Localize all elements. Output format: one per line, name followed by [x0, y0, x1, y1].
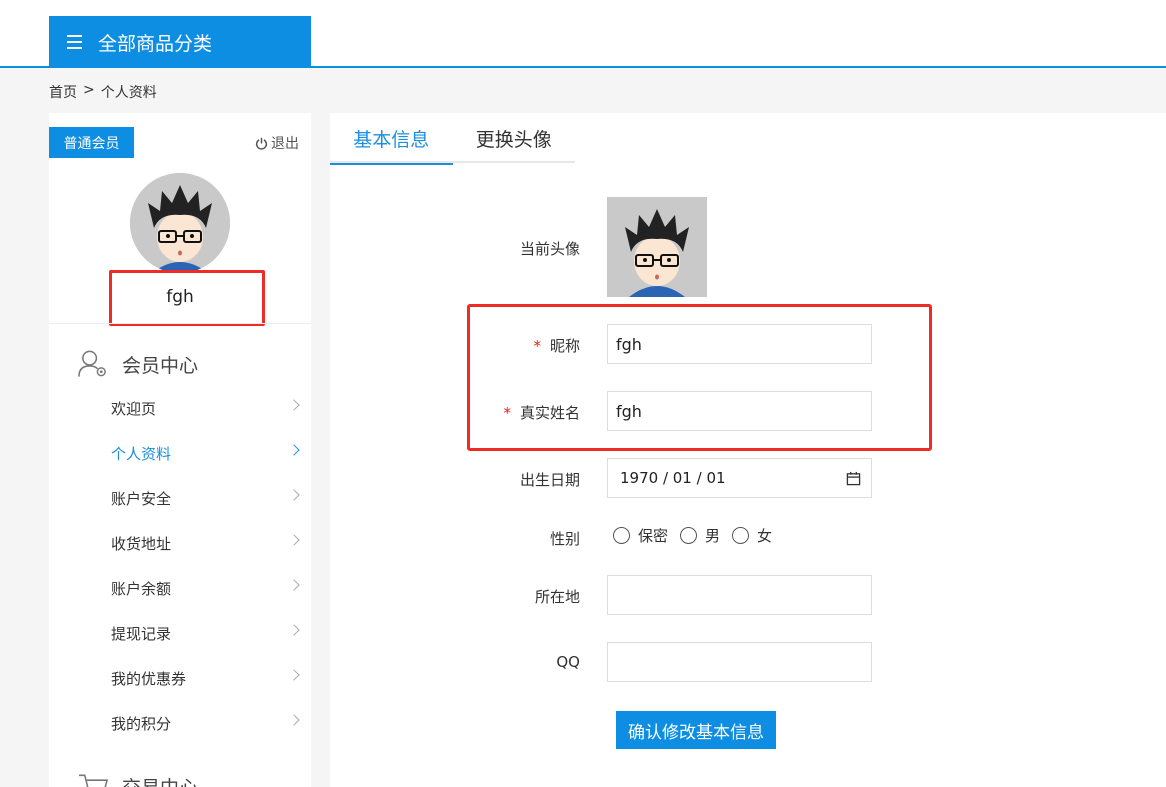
chevron-right-icon: [288, 714, 300, 726]
member-level-badge: 普通会员: [49, 127, 134, 158]
gender-label: 性别: [549, 530, 580, 548]
power-icon: [255, 137, 268, 150]
sidebar-item-label: 账户安全: [111, 490, 172, 508]
chevron-right-icon: [288, 444, 300, 456]
hamburger-menu-icon: [67, 35, 82, 49]
sidebar-item-label: 个人资料: [111, 445, 172, 463]
breadcrumb-separator: >: [83, 82, 95, 98]
gender-option-label: 保密: [638, 527, 669, 545]
sidebar-item-label: 欢迎页: [111, 400, 157, 418]
sidebar-item-label: 我的积分: [111, 715, 172, 733]
breadcrumb-current: 个人资料: [100, 85, 157, 101]
sidebar-item-my-points[interactable]: 我的积分: [49, 701, 311, 746]
sidebar-divider: [49, 323, 311, 324]
current-avatar-label: 当前头像: [519, 240, 580, 258]
tab-basic-info[interactable]: 基本信息: [330, 113, 453, 165]
sidebar-item-account-security[interactable]: 账户安全: [49, 476, 311, 521]
tab-change-avatar[interactable]: 更换头像: [453, 113, 576, 163]
sidebar-item-account-balance[interactable]: 账户余额: [49, 566, 311, 611]
gender-radio-secret[interactable]: 保密: [613, 525, 668, 546]
sidebar-item-label: 收货地址: [111, 535, 172, 553]
all-categories-label: 全部商品分类: [98, 32, 213, 55]
gender-radio-male[interactable]: 男: [680, 525, 720, 546]
birthday-date-input[interactable]: 1970 / 01 / 01: [607, 458, 872, 498]
sidebar-menu: 欢迎页 个人资料 账户安全 收货地址 账户余额 提现记录 我的优惠券 我的积分: [49, 386, 311, 746]
sidebar-item-welcome[interactable]: 欢迎页: [49, 386, 311, 431]
logout-label: 退出: [271, 136, 299, 152]
cartoon-avatar-image: [607, 197, 707, 297]
breadcrumb: 首页 > 个人资料: [49, 82, 157, 102]
highlight-box-name-fields: [467, 304, 932, 451]
sidebar-item-my-coupons[interactable]: 我的优惠券: [49, 656, 311, 701]
user-avatar: [130, 173, 230, 273]
breadcrumb-home-link[interactable]: 首页: [49, 82, 77, 102]
gender-option-label: 女: [757, 527, 773, 545]
chevron-right-icon: [288, 489, 300, 501]
member-center-section: 会员中心: [77, 349, 198, 379]
chevron-right-icon: [288, 579, 300, 591]
birthday-value: 1970 / 01 / 01: [620, 469, 726, 487]
gender-radio-group: 保密 男 女: [613, 525, 784, 546]
highlight-box-username: [109, 270, 265, 326]
qq-label: QQ: [556, 653, 580, 671]
chevron-right-icon: [288, 669, 300, 681]
all-categories-button[interactable]: 全部商品分类: [49, 16, 311, 68]
profile-main-panel: 基本信息 更换头像 当前头像 * 昵称 fgh * 真实姓名 fgh 出生日期 19…: [330, 113, 1166, 787]
user-settings-icon: [78, 350, 106, 377]
member-center-title: 会员中心: [122, 354, 199, 377]
location-label: 所在地: [534, 588, 580, 606]
radio-circle[interactable]: [613, 527, 630, 544]
shopping-cart-icon: [78, 774, 109, 787]
radio-circle[interactable]: [680, 527, 698, 544]
birthday-label: 出生日期: [519, 471, 580, 489]
trade-center-title: 交易中心: [122, 773, 198, 787]
location-input[interactable]: [607, 575, 872, 615]
chevron-right-icon: [288, 534, 300, 546]
member-sidebar: 普通会员 退出 fgh 会员中心 欢迎页 个人资料 账户安全 收货地址 账户余额…: [49, 113, 311, 787]
chevron-right-icon: [288, 399, 300, 411]
sidebar-item-label: 提现记录: [111, 625, 172, 643]
sidebar-item-label: 我的优惠券: [111, 670, 187, 688]
top-navbar: 全部商品分类: [0, 0, 1166, 68]
sidebar-item-shipping-address[interactable]: 收货地址: [49, 521, 311, 566]
sidebar-item-withdraw-records[interactable]: 提现记录: [49, 611, 311, 656]
sidebar-item-label: 账户余额: [111, 580, 172, 598]
logout-button[interactable]: 退出: [255, 133, 299, 153]
trade-center-section: 交易中心: [77, 771, 198, 787]
gender-option-label: 男: [705, 527, 721, 545]
current-avatar-image: [607, 197, 707, 297]
cartoon-avatar-image: [130, 173, 230, 273]
profile-tabs: 基本信息 更换头像: [330, 113, 576, 165]
sidebar-item-profile[interactable]: 个人资料: [49, 431, 311, 476]
chevron-right-icon: [288, 624, 300, 636]
radio-circle[interactable]: [732, 527, 750, 544]
submit-basic-info-button[interactable]: 确认修改基本信息: [616, 711, 776, 749]
calendar-icon[interactable]: [846, 471, 861, 486]
qq-input[interactable]: [607, 642, 872, 682]
gender-radio-female[interactable]: 女: [732, 525, 772, 546]
